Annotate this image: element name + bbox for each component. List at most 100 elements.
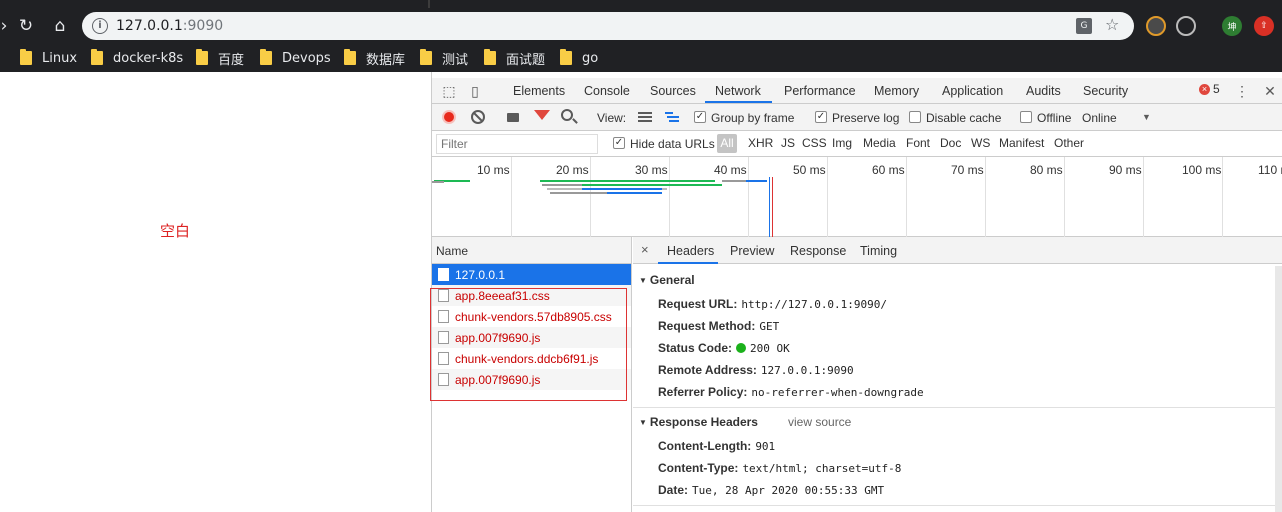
device-toolbar-icon[interactable]: ▯ [466, 82, 484, 100]
type-filter-img[interactable]: Img [832, 136, 852, 150]
chevron-down-icon[interactable]: ▼ [1142, 112, 1151, 122]
bookmark-folder[interactable]: 测试 [420, 49, 468, 68]
name-column-header[interactable]: Name [432, 237, 631, 264]
offline-checkbox[interactable] [1020, 111, 1032, 123]
header-value: GET [759, 320, 780, 333]
update-icon[interactable]: ⇧ [1254, 16, 1274, 36]
throttle-select[interactable]: Online [1082, 111, 1117, 125]
section-divider [633, 505, 1282, 506]
overview-tick: 90 ms [1109, 163, 1142, 177]
type-filter-font[interactable]: Font [906, 136, 930, 150]
info-icon[interactable]: i [92, 18, 108, 34]
disable-cache-checkbox[interactable] [909, 111, 921, 123]
active-detail-tab-indicator [658, 262, 718, 264]
close-icon[interactable]: × [641, 242, 649, 257]
preserve-log-label: Preserve log [832, 111, 900, 125]
tab-application[interactable]: Application [942, 84, 1003, 98]
folder-icon [484, 49, 496, 65]
error-badge[interactable]: × 5 [1199, 82, 1220, 96]
inspect-element-icon[interactable]: ⬚ [440, 82, 458, 100]
extension-ring-icon[interactable] [1176, 16, 1196, 36]
error-count: 5 [1213, 82, 1220, 96]
url-port: :9090 [182, 18, 224, 34]
view-label: View: [597, 111, 627, 125]
more-menu-icon[interactable]: ⋮ [1233, 82, 1251, 100]
tab-headers[interactable]: Headers [667, 244, 714, 258]
devtools-tabbar: ⬚ ▯ Elements Console Sources Network Per… [432, 78, 1282, 104]
reload-icon[interactable]: ↻ [14, 14, 38, 38]
hide-data-urls-label: Hide data URLs [630, 137, 715, 151]
request-row[interactable]: 127.0.0.1 [432, 264, 631, 285]
bookmark-label: Linux [42, 50, 78, 66]
type-filter-media[interactable]: Media [863, 136, 896, 150]
scrollbar[interactable] [1275, 266, 1282, 512]
large-rows-icon[interactable] [638, 112, 652, 123]
home-icon[interactable]: ⌂ [48, 14, 72, 38]
type-filter-js[interactable]: JS [781, 136, 795, 150]
close-devtools-icon[interactable]: ✕ [1261, 82, 1279, 100]
translate-icon[interactable]: G [1076, 18, 1092, 34]
general-section-header[interactable]: ▼ General [639, 273, 695, 287]
tab-sources[interactable]: Sources [650, 84, 696, 98]
bookmark-folder[interactable]: Linux [20, 49, 77, 67]
extension-owl-icon[interactable] [1146, 16, 1166, 36]
annotation-highlight-box [430, 288, 627, 401]
address-bar[interactable]: i 127.0.0.1:9090 G ☆ [82, 12, 1134, 40]
tab-preview[interactable]: Preview [730, 244, 774, 258]
tab-memory[interactable]: Memory [874, 84, 919, 98]
status-code-row: Status Code: 200 OK [658, 341, 790, 355]
group-by-frame-checkbox[interactable]: ✓ [694, 111, 706, 123]
overview-tick: 80 ms [1030, 163, 1063, 177]
overview-bar [582, 188, 662, 190]
type-filter-manifest[interactable]: Manifest [999, 136, 1044, 150]
filter-icon[interactable] [534, 110, 550, 120]
screenshot-icon[interactable] [507, 113, 519, 122]
bookmark-star-icon[interactable]: ☆ [1105, 15, 1119, 34]
tab-audits[interactable]: Audits [1026, 84, 1061, 98]
folder-icon [196, 49, 208, 65]
tab-elements[interactable]: Elements [513, 84, 565, 98]
response-headers-section-header[interactable]: ▼ Response Headers view source [639, 415, 851, 429]
bookmark-folder[interactable]: 数据库 [344, 49, 405, 68]
overview-gridline [748, 157, 749, 237]
waterfall-view-icon[interactable] [665, 112, 679, 123]
tab-network[interactable]: Network [715, 84, 761, 98]
bookmark-folder[interactable]: Devops [260, 49, 331, 67]
tab-console[interactable]: Console [584, 84, 630, 98]
error-icon: × [1199, 83, 1210, 95]
search-icon[interactable] [561, 109, 573, 121]
bookmark-folder[interactable]: 面试题 [484, 49, 545, 68]
tab-performance[interactable]: Performance [784, 84, 856, 98]
type-filter-css[interactable]: CSS [802, 136, 827, 150]
tab-strip [0, 0, 1282, 8]
clear-icon[interactable] [471, 110, 485, 124]
preserve-log-checkbox[interactable]: ✓ [815, 111, 827, 123]
type-filter-other[interactable]: Other [1054, 136, 1084, 150]
tab-timing[interactable]: Timing [860, 244, 897, 258]
active-tab-indicator [705, 101, 772, 103]
bookmark-label: go [582, 50, 599, 66]
type-filter-all[interactable]: All [717, 134, 737, 153]
type-filter-doc[interactable]: Doc [940, 136, 961, 150]
tab-response[interactable]: Response [790, 244, 846, 258]
overview-gridline [906, 157, 907, 237]
bookmark-folder[interactable]: go [560, 49, 598, 67]
folder-icon [91, 49, 103, 65]
type-filter-ws[interactable]: WS [971, 136, 990, 150]
folder-icon [20, 49, 32, 65]
hide-data-urls-checkbox[interactable]: ✓ [613, 137, 625, 149]
bookmark-folder[interactable]: docker-k8s [91, 49, 183, 67]
header-key: Remote Address: [658, 363, 757, 377]
address-url[interactable]: 127.0.0.1:9090 [116, 18, 223, 34]
filter-input[interactable] [436, 134, 598, 154]
record-icon[interactable] [442, 110, 456, 124]
type-filter-xhr[interactable]: XHR [748, 136, 773, 150]
tab-security[interactable]: Security [1083, 84, 1128, 98]
dom-content-loaded-line [769, 177, 770, 237]
bookmark-folder[interactable]: 百度 [196, 49, 244, 68]
network-overview[interactable]: 10 ms 20 ms 30 ms 40 ms 50 ms 60 ms 70 m… [432, 157, 1282, 237]
profile-avatar[interactable]: 坤 [1222, 16, 1242, 36]
page-blank-text: 空白 [160, 222, 191, 240]
overview-tick: 50 ms [793, 163, 826, 177]
view-source-link[interactable]: view source [788, 415, 851, 429]
